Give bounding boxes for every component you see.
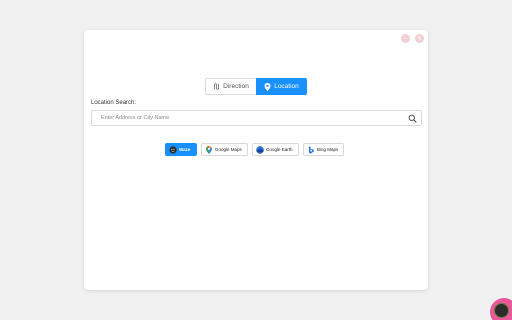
location-search-label: Location Search: [91, 100, 137, 106]
extension-popup-page: – × Direction Location Location Search: [0, 0, 512, 320]
main-panel: – × Direction Location Location Search: [84, 30, 428, 290]
minimize-button[interactable]: – [401, 34, 410, 43]
close-icon: × [416, 34, 423, 42]
google-earth-label: Google Earth [266, 147, 293, 152]
mode-toggle: Direction Location [205, 78, 307, 95]
google-maps-label: Google Maps [215, 147, 242, 152]
search-icon[interactable] [408, 114, 417, 123]
google-earth-icon [256, 145, 264, 154]
minimize-icon: – [404, 34, 407, 42]
waze-button[interactable]: Waze [165, 143, 197, 156]
tab-location-label: Location [274, 83, 299, 90]
waze-icon [169, 145, 177, 154]
waze-label: Waze [179, 147, 191, 152]
tab-direction[interactable]: Direction [205, 78, 256, 95]
google-maps-icon [206, 145, 212, 154]
bing-icon [309, 145, 314, 154]
close-button[interactable]: × [415, 34, 424, 43]
location-search-input[interactable] [92, 111, 402, 125]
map-provider-buttons: Waze Google Maps Google Earth Bing Maps [165, 143, 344, 156]
bing-maps-label: Bing Maps [317, 147, 339, 152]
google-earth-button[interactable]: Google Earth [252, 143, 299, 156]
location-pin-icon [264, 82, 271, 91]
route-icon [214, 83, 220, 90]
tab-direction-label: Direction [223, 83, 249, 90]
google-maps-button[interactable]: Google Maps [201, 143, 248, 156]
avatar-icon [494, 303, 509, 318]
extension-avatar-button[interactable] [490, 298, 512, 320]
bing-maps-button[interactable]: Bing Maps [303, 143, 344, 156]
tab-location[interactable]: Location [256, 78, 307, 95]
search-box [91, 110, 422, 126]
